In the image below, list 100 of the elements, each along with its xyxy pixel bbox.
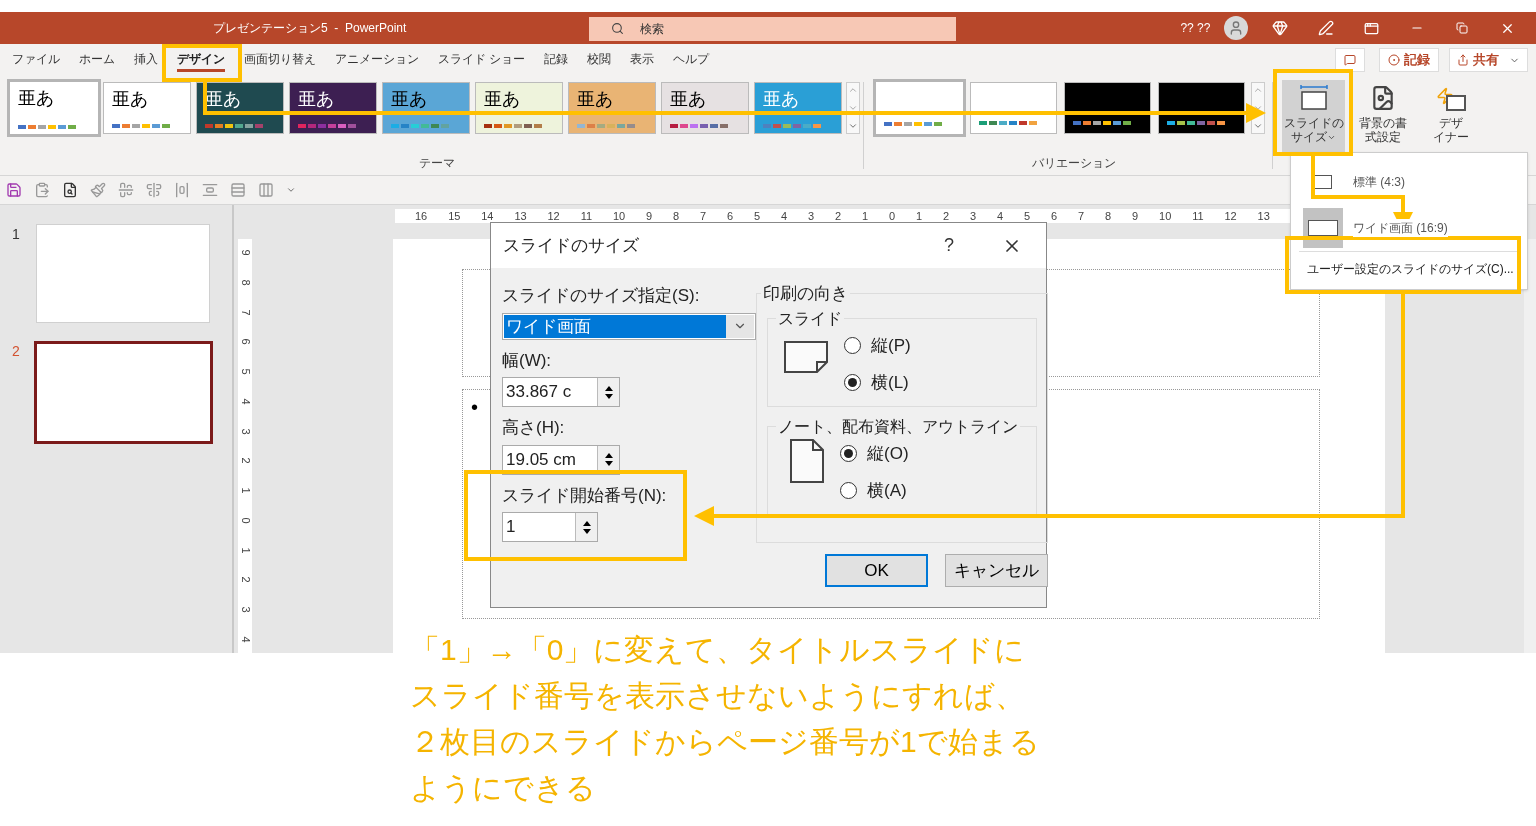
ribbon-tab[interactable]: ファイル xyxy=(12,48,60,72)
ruler-number: 5 xyxy=(239,368,251,375)
menu-item[interactable]: ワイド画面 (16:9) xyxy=(1291,205,1527,251)
ruler-number: 0 xyxy=(889,208,896,224)
menu-item[interactable]: ユーザー設定のスライドのサイズ(C)... xyxy=(1291,256,1527,282)
grid-icon[interactable] xyxy=(258,182,274,198)
user-name: ?? ?? xyxy=(1180,20,1211,37)
align-icon[interactable] xyxy=(118,182,134,198)
theme-thumbnail[interactable]: 亜あ xyxy=(10,82,98,134)
share-button[interactable]: 共有 xyxy=(1449,48,1528,72)
theme-thumbnail[interactable]: 亜あ xyxy=(475,82,563,134)
share-icon xyxy=(1457,54,1469,66)
theme-thumbnail[interactable]: 亜あ xyxy=(661,82,749,134)
group-label: スライド xyxy=(777,308,843,329)
theme-thumbnail[interactable]: 亜あ xyxy=(289,82,377,134)
ribbon-tab[interactable]: 記録 xyxy=(544,48,569,72)
record-button[interactable]: 記録 xyxy=(1379,48,1439,72)
ribbon-button[interactable]: デザ イナー xyxy=(1425,80,1477,152)
avatar-icon[interactable] xyxy=(1224,16,1249,40)
radio-button[interactable] xyxy=(840,482,857,500)
ruler-number: 7 xyxy=(700,208,707,224)
save-icon[interactable] xyxy=(6,182,22,198)
restore-icon[interactable] xyxy=(1456,22,1469,34)
variation-thumbnail[interactable] xyxy=(1158,82,1245,134)
ribbon-tab[interactable]: 画面切り替え xyxy=(244,48,316,72)
theme-thumbnail[interactable]: 亜あ xyxy=(196,82,284,134)
ribbon-tab[interactable]: 挿入 xyxy=(134,48,158,72)
ok-button[interactable]: OK xyxy=(825,554,928,587)
ruler-number: 12 xyxy=(547,208,560,224)
paste-icon[interactable] xyxy=(34,182,50,198)
ribbon-button[interactable]: スライドの サイズ xyxy=(1282,80,1345,152)
ruler-number: 2 xyxy=(835,208,842,224)
document-icon[interactable] xyxy=(62,182,78,198)
bullet: • xyxy=(471,396,478,418)
ruler-number: 8 xyxy=(239,279,251,286)
variation-thumbnail[interactable] xyxy=(876,82,963,134)
ruler-number: 7 xyxy=(1078,208,1085,224)
group-label: 印刷の向き xyxy=(762,283,849,305)
ribbon-tab[interactable]: ホーム xyxy=(79,48,115,72)
ribbon-button[interactable]: 背景の書 式設定 xyxy=(1357,80,1409,152)
spinner-control[interactable] xyxy=(597,378,619,406)
align-icon[interactable] xyxy=(146,182,162,198)
radio-label: 縦(O) xyxy=(867,442,909,465)
ruler-number: 3 xyxy=(970,208,977,224)
size-select[interactable]: ワイド画面 xyxy=(502,312,756,340)
comment-button[interactable] xyxy=(1335,48,1365,72)
ribbon-tab[interactable]: 表示 xyxy=(630,48,655,72)
ribbon-tab[interactable]: ヘルプ xyxy=(673,48,710,72)
radio-button[interactable] xyxy=(844,336,861,354)
slide-number: 1 xyxy=(12,225,21,244)
cancel-button[interactable]: キャンセル xyxy=(945,554,1048,587)
variation-thumbnail[interactable] xyxy=(1064,82,1151,134)
background-icon xyxy=(1370,85,1396,111)
ribbon-tab[interactable]: アニメーション xyxy=(335,48,419,72)
ruler-number: 3 xyxy=(239,606,251,613)
ribbon-tab[interactable]: スライド ショー xyxy=(438,48,526,72)
pen-icon[interactable] xyxy=(1318,20,1335,36)
designer-icon xyxy=(1436,85,1466,111)
radio-button[interactable] xyxy=(844,374,861,392)
radio-label: 縦(P) xyxy=(871,334,911,357)
diamond-icon[interactable] xyxy=(1272,20,1289,36)
start-number-field[interactable]: 1 xyxy=(502,512,598,542)
radio-label: 横(A) xyxy=(867,480,907,502)
spinner-control[interactable] xyxy=(575,513,597,541)
ruler-number: 7 xyxy=(239,308,251,316)
ruler-number: 13 xyxy=(1257,208,1270,224)
dialog-title: スライドのサイズ xyxy=(503,234,639,257)
theme-thumbnail[interactable]: 亜あ xyxy=(382,82,470,134)
slide-number: 2 xyxy=(12,342,21,361)
scrollbar[interactable] xyxy=(1524,239,1536,653)
ruler-number: 3 xyxy=(808,208,815,224)
ruler-number: 1 xyxy=(916,208,923,224)
slide-thumbnail[interactable] xyxy=(34,341,213,444)
help-button[interactable]: ? xyxy=(944,232,954,259)
theme-thumbnail[interactable]: 亜あ xyxy=(568,82,656,134)
ruler-number: 6 xyxy=(727,208,734,224)
ruler-number: 14 xyxy=(481,208,494,224)
ribbon-tab[interactable]: 校閲 xyxy=(587,48,612,72)
theme-thumbnail[interactable]: 亜あ xyxy=(103,82,191,134)
more-icon[interactable] xyxy=(286,185,296,195)
more-icon[interactable] xyxy=(1253,121,1263,131)
width-field[interactable]: 33.867 c xyxy=(502,377,620,407)
radio-button[interactable] xyxy=(840,444,857,462)
distribute-icon[interactable] xyxy=(174,182,190,198)
ruler-number: 4 xyxy=(239,398,251,405)
ruler-number: 11 xyxy=(580,208,593,224)
ruler-number: 1 xyxy=(862,208,869,224)
ribbon-tab[interactable]: デザイン xyxy=(177,48,225,72)
grid-icon[interactable] xyxy=(230,182,246,198)
ruler-number: 9 xyxy=(646,208,653,224)
distribute-icon[interactable] xyxy=(202,182,218,198)
annotation-text: 「1」→「0」に変えて、タイトルスライドに xyxy=(410,632,1027,668)
menu-item[interactable]: 標準 (4:3) xyxy=(1291,159,1527,205)
ruler-number: 8 xyxy=(1105,208,1112,224)
search-field[interactable]: 検索 xyxy=(589,16,957,41)
brush-icon[interactable] xyxy=(90,182,106,198)
variation-thumbnail[interactable] xyxy=(970,82,1057,134)
window-icon[interactable] xyxy=(1364,20,1380,36)
more-icon[interactable] xyxy=(848,121,858,131)
ruler-number: 1 xyxy=(239,547,251,554)
